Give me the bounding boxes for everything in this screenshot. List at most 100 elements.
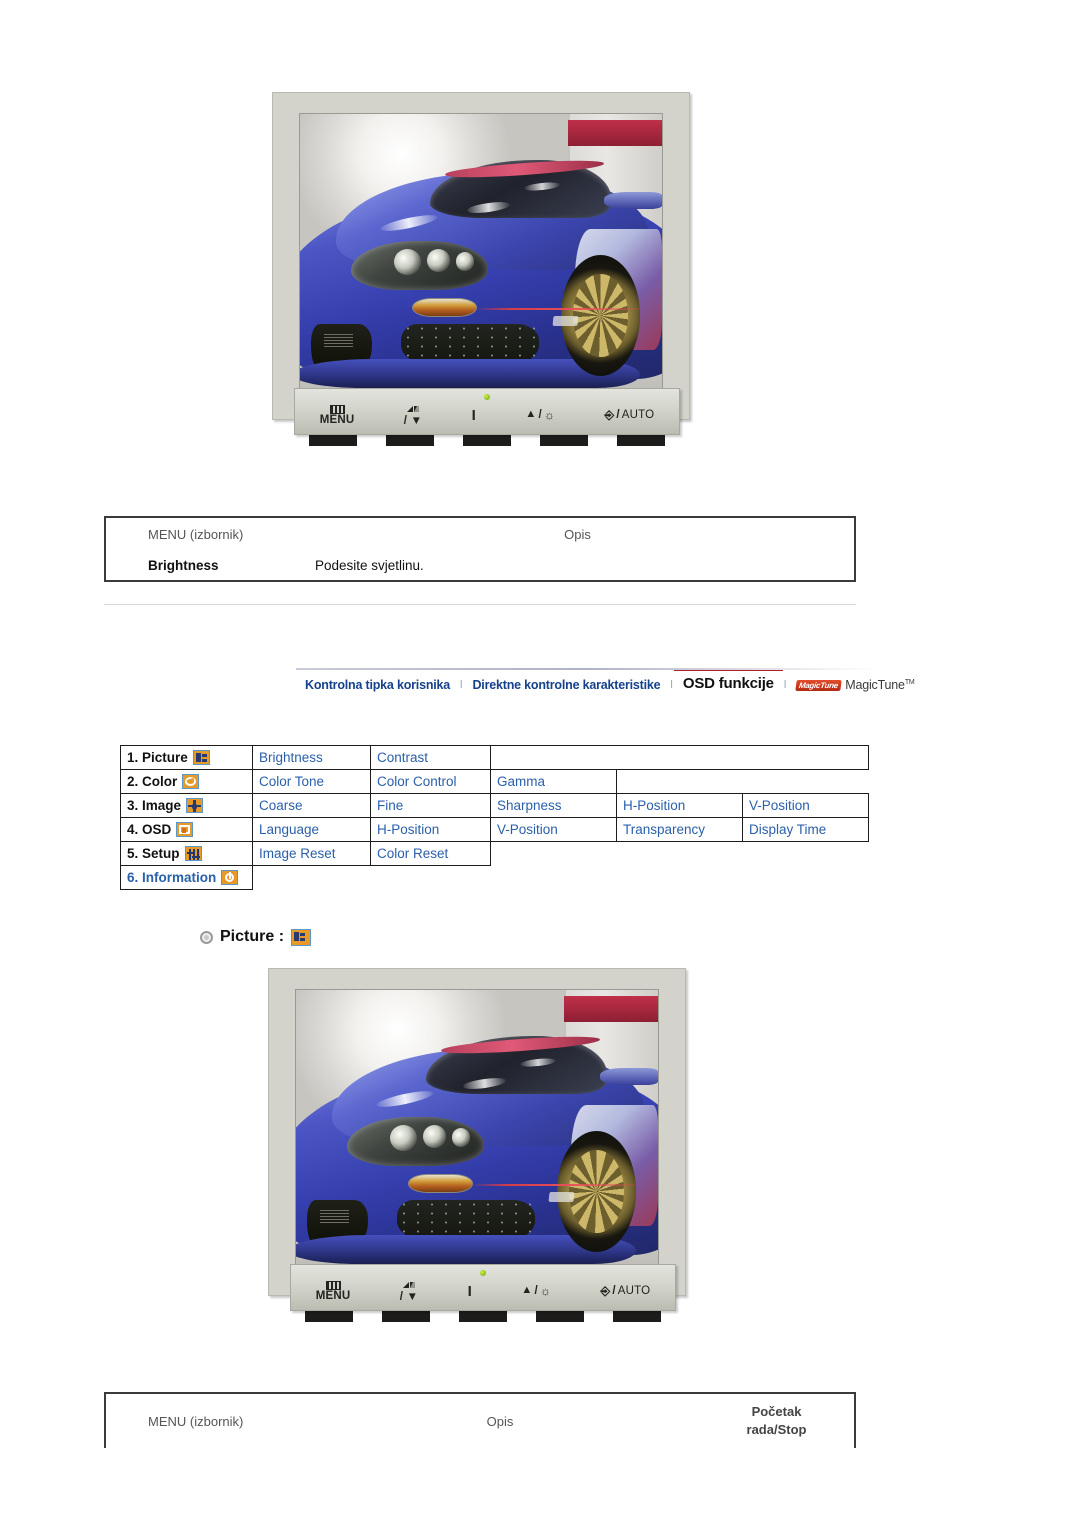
header-cell-description: Opis	[301, 1394, 699, 1448]
menu-button[interactable]: MENU	[319, 404, 355, 426]
table-header-row: MENU (izbornik) Opis Početak rada/Stop	[106, 1394, 854, 1448]
tab-osd-funkcije[interactable]: OSD funkcije	[673, 668, 783, 694]
osd-category-color[interactable]: 2. Color	[120, 769, 253, 794]
menu-grid-icon	[325, 1280, 341, 1290]
enter-auto-button[interactable]: ⎆ / AUTO	[605, 409, 655, 422]
source-icon-svg	[406, 406, 419, 412]
tab-magictune[interactable]: MagicTune MagicTuneTM	[787, 675, 923, 694]
description-brightness: Podesite svjetlinu.	[315, 557, 424, 573]
car-spoiler	[604, 191, 662, 210]
header-cell-playstop: Početak rada/Stop	[699, 1394, 854, 1448]
osd-item-h-position[interactable]: H-Position	[370, 817, 491, 842]
page-root: MENU / ▼ Ι ▲ / ☼ ⎆ / AUTO MENU (izbornik…	[0, 0, 1080, 1528]
osd-category-label: 6. Information	[127, 870, 217, 885]
osd-item-language[interactable]: Language	[252, 817, 371, 842]
brightness-icon: ▲ / ☼	[521, 1283, 552, 1298]
osd-empty-cell	[491, 842, 869, 866]
power-icon: Ι	[467, 1282, 472, 1300]
tab-label: MagicTuneTM	[845, 678, 915, 692]
table-row: 4. OSD Language H-Position V-Position Tr…	[120, 817, 869, 842]
header-cell-menu: MENU (izbornik)	[106, 518, 301, 550]
photo-red-stripe	[563, 995, 658, 1022]
setup-icon	[184, 846, 202, 861]
monitor-screen	[299, 113, 663, 403]
nav-top-rule	[296, 668, 876, 670]
source-down-label: / ▼	[399, 1291, 419, 1303]
osd-item-image-reset[interactable]: Image Reset	[252, 841, 371, 866]
photo-red-line	[469, 1184, 637, 1187]
control-button-row: MENU / ▼ Ι ▲ / ☼ ⎆ / AUTO	[295, 403, 679, 427]
menu-grid-icon	[329, 404, 345, 414]
table-row: 5. Setup Image Reset Color Reset	[120, 841, 869, 866]
wheel-spokes	[569, 1150, 624, 1233]
source-down-button[interactable]: / ▼	[400, 1279, 418, 1303]
osd-item-display-time[interactable]: Display Time	[742, 817, 869, 842]
table-row: 6. Information	[120, 865, 869, 890]
osd-item-contrast[interactable]: Contrast	[370, 745, 491, 770]
section-heading-picture: Picture :	[200, 928, 312, 946]
osd-category-label: 5. Setup	[127, 846, 180, 861]
osd-item-transparency[interactable]: Transparency	[616, 817, 743, 842]
osd-menu-table: 1. Picture Brightness Contrast 2. Color …	[120, 745, 869, 890]
picture-icon	[291, 928, 312, 946]
trademark-symbol: TM	[904, 678, 915, 686]
power-led-icon	[484, 394, 490, 400]
osd-category-osd[interactable]: 4. OSD	[120, 817, 253, 842]
car-turn-signal	[408, 1174, 474, 1194]
brightness-up-button[interactable]: ▲ / ☼	[525, 409, 555, 422]
osd-item-fine[interactable]: Fine	[370, 793, 491, 818]
photo-red-line	[473, 308, 641, 311]
power-button[interactable]: Ι	[468, 1284, 472, 1299]
table-row: 1. Picture Brightness Contrast	[120, 745, 869, 770]
osd-category-picture[interactable]: 1. Picture	[120, 745, 253, 770]
tab-direktne-kontrolne-karakteristike[interactable]: Direktne kontrolne karakteristike	[463, 675, 669, 694]
menu-button[interactable]: MENU	[316, 1280, 351, 1302]
osd-item-color-control[interactable]: Color Control	[370, 769, 491, 794]
osd-item-brightness[interactable]: Brightness	[252, 745, 371, 770]
source-down-button[interactable]: / ▼	[404, 403, 422, 427]
monitor-control-panel: MENU / ▼ Ι ▲ / ☼ ⎆ / AUTO	[290, 1264, 676, 1311]
osd-item-color-reset[interactable]: Color Reset	[370, 841, 491, 866]
enter-auto-icon: ⎆ / AUTO	[604, 407, 655, 422]
osd-item-coarse[interactable]: Coarse	[252, 793, 371, 818]
brightness-icon: ▲ / ☼	[525, 407, 556, 422]
car-spoiler	[600, 1067, 658, 1086]
osd-item-v-position[interactable]: V-Position	[742, 793, 869, 818]
source-down-label: / ▼	[403, 415, 423, 427]
car-photo	[300, 114, 662, 402]
osd-item-sharpness[interactable]: Sharpness	[490, 793, 617, 818]
osd-category-setup[interactable]: 5. Setup	[120, 841, 253, 866]
enter-auto-icon: ⎆ / AUTO	[600, 1283, 651, 1298]
header-cell-description: Opis	[301, 518, 854, 550]
row-cell-description: Podesite svjetlinu.	[301, 550, 854, 580]
osd-item-h-position[interactable]: H-Position	[616, 793, 743, 818]
power-button[interactable]: Ι	[472, 408, 476, 423]
brightness-up-button[interactable]: ▲ / ☼	[521, 1285, 551, 1298]
monitor-illustration-top: MENU / ▼ Ι ▲ / ☼ ⎆ / AUTO	[272, 92, 690, 446]
car-decal	[552, 315, 580, 326]
osd-item-v-position[interactable]: V-Position	[490, 817, 617, 842]
osd-item-gamma[interactable]: Gamma	[490, 769, 617, 794]
power-led-icon	[480, 1270, 486, 1276]
magictune-logo-icon: MagicTune	[795, 679, 843, 691]
menu-button-label: MENU	[319, 413, 355, 426]
row-cell-menu: Brightness	[106, 550, 301, 580]
power-icon: Ι	[471, 406, 476, 424]
image-icon	[186, 798, 204, 813]
tab-label: OSD funkcije	[682, 675, 774, 692]
tab-kontrolna-tipka-korisnika[interactable]: Kontrolna tipka korisnika	[296, 675, 459, 694]
menu-name-brightness: Brightness	[148, 557, 219, 573]
osd-item-color-tone[interactable]: Color Tone	[252, 769, 371, 794]
osd-category-information[interactable]: 6. Information	[120, 865, 253, 890]
osd-empty-cell	[617, 770, 869, 794]
osd-category-image[interactable]: 3. Image	[120, 793, 253, 818]
source-icon	[402, 1279, 416, 1291]
header-playstop-label: Početak rada/Stop	[746, 1404, 807, 1437]
monitor-screen	[295, 989, 659, 1279]
enter-auto-button[interactable]: ⎆ / AUTO	[601, 1285, 651, 1298]
car-photo	[296, 990, 658, 1278]
vent-texture	[320, 1209, 349, 1226]
header-description-label: Opis	[486, 1413, 514, 1429]
table-row: Brightness Podesite svjetlinu.	[106, 550, 854, 580]
monitor-control-panel: MENU / ▼ Ι ▲ / ☼ ⎆ / AUTO	[294, 388, 680, 435]
